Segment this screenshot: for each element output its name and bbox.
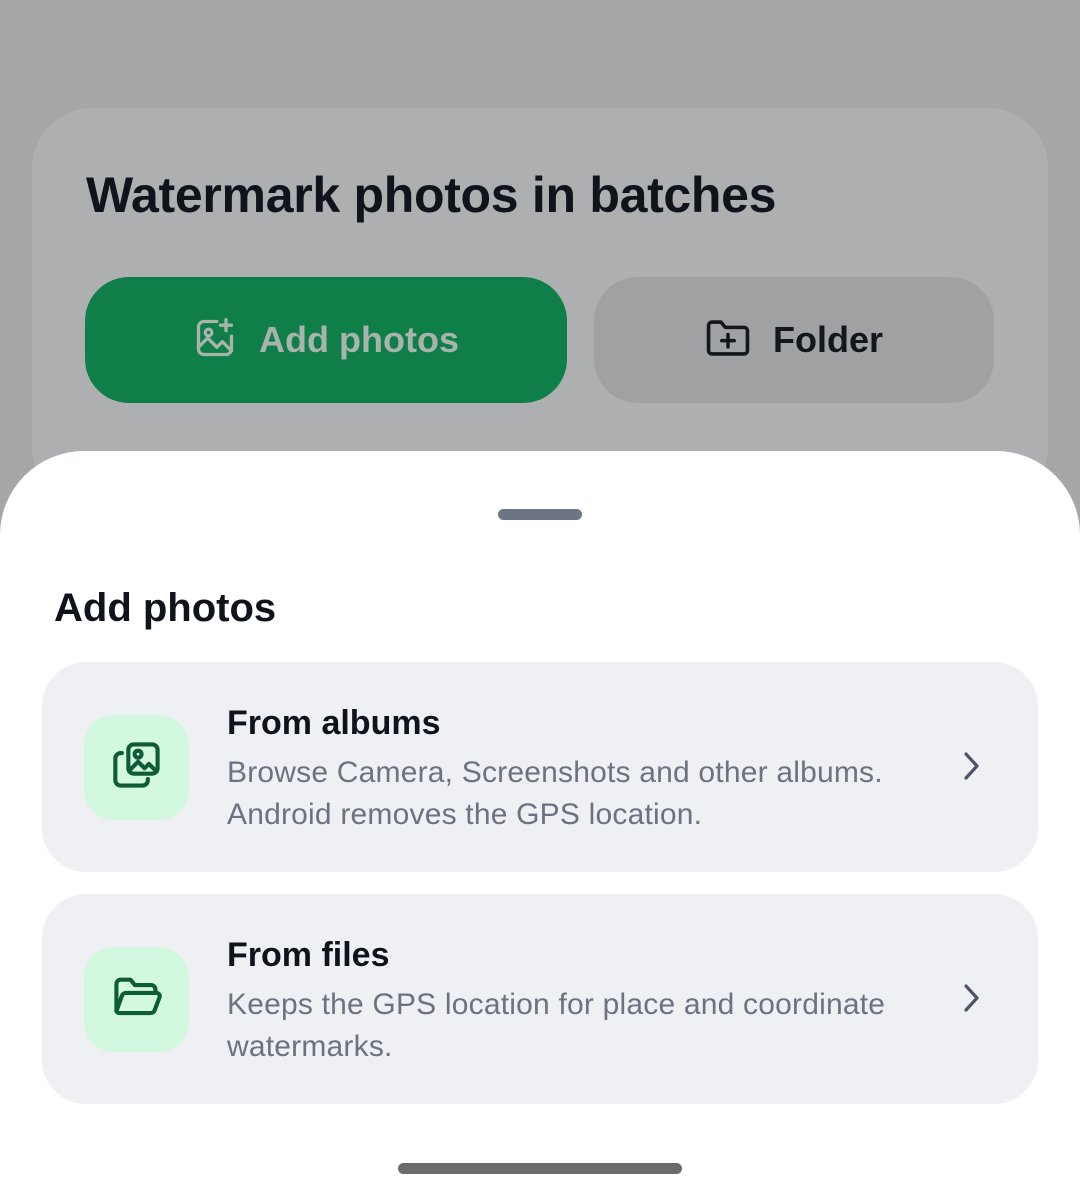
folder-plus-icon <box>705 318 751 363</box>
chevron-right-icon <box>956 980 986 1016</box>
gesture-navigation-bar[interactable] <box>398 1163 682 1174</box>
add-photos-sheet: Add photos From albums Browse Camera, Sc… <box>0 451 1080 1200</box>
folder-label: Folder <box>772 319 883 360</box>
from-files-title: From files <box>227 936 390 974</box>
image-stack-icon <box>111 739 163 796</box>
drag-handle[interactable] <box>498 509 582 520</box>
image-plus-icon <box>193 316 237 365</box>
sheet-title: Add photos <box>54 586 277 630</box>
from-albums-icon-container <box>84 715 189 820</box>
batch-card-title: Watermark photos in batches <box>86 167 777 223</box>
chevron-right-icon <box>956 748 986 784</box>
from-files-icon-container <box>84 947 189 1052</box>
folder-button[interactable]: Folder <box>594 277 994 403</box>
from-albums-title: From albums <box>227 704 441 742</box>
folder-open-icon <box>111 971 163 1028</box>
from-albums-option[interactable]: From albums Browse Camera, Screenshots a… <box>42 662 1038 872</box>
from-files-option[interactable]: From files Keeps the GPS location for pl… <box>42 894 1038 1104</box>
add-photos-label: Add photos <box>259 319 459 360</box>
add-photos-button[interactable]: Add photos <box>85 277 567 403</box>
from-albums-description: Browse Camera, Screenshots and other alb… <box>227 756 883 831</box>
from-files-description: Keeps the GPS location for place and coo… <box>227 988 886 1063</box>
